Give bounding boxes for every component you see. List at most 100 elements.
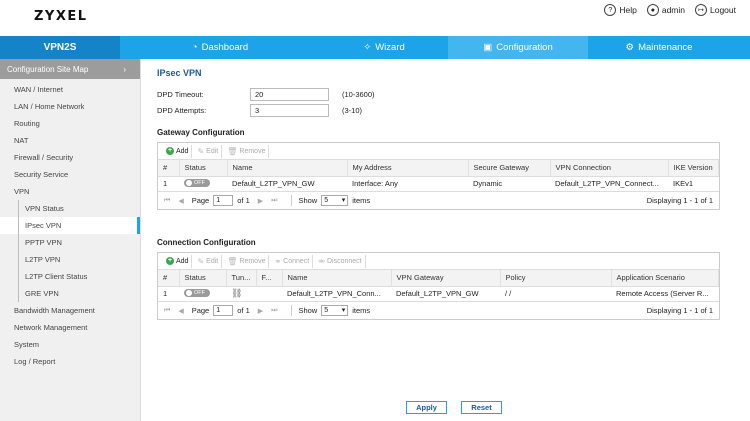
help-link[interactable]: ? Help — [604, 4, 637, 16]
gateway-edit-button[interactable]: ✎ Edit — [194, 144, 223, 158]
gateway-remove-button[interactable]: 🗑 Remove — [224, 144, 270, 158]
tab-wizard[interactable]: ✧ Wizard — [320, 36, 448, 59]
table-row[interactable]: 1 OFF ⛓ Default_L2TP_VPN_Conn... Default… — [158, 286, 719, 301]
gateway-pager: ⏮ ◀ Page 1 of 1 ▶ ⏭ Show 5 items Display… — [158, 191, 719, 209]
logout-link[interactable]: ↦ Logout — [695, 4, 736, 16]
sidebar-item-ipsec-vpn[interactable]: IPsec VPN — [0, 217, 140, 234]
sidebar-item-lan[interactable]: LAN / Home Network — [0, 98, 140, 115]
sidebar-item-pptp-vpn[interactable]: PPTP VPN — [0, 234, 140, 251]
pager-display: Displaying 1 - 1 of 1 — [646, 196, 713, 205]
add-icon: + — [166, 147, 174, 155]
sidebar-item-log-report[interactable]: Log / Report — [0, 353, 140, 370]
sidebar-item-bandwidth[interactable]: Bandwidth Management — [0, 302, 140, 319]
prev-page-icon[interactable]: ◀ — [178, 307, 183, 315]
site-map-header[interactable]: Configuration Site Map › — [0, 59, 140, 79]
col-num[interactable]: # — [158, 160, 180, 177]
connection-edit-button[interactable]: ✎ Edit — [194, 254, 223, 268]
col-application-scenario[interactable]: Application Scenario — [611, 270, 719, 287]
sidebar-item-network-management[interactable]: Network Management — [0, 319, 140, 336]
col-secure-gateway[interactable]: Secure Gateway — [468, 160, 551, 177]
col-my-address[interactable]: My Address — [347, 160, 469, 177]
page-label: Page — [191, 306, 210, 315]
user-icon: ● — [646, 4, 659, 16]
user-link[interactable]: ● admin — [646, 4, 685, 16]
page-of-label: of 1 — [237, 196, 250, 205]
sidebar-item-vpn[interactable]: VPN — [0, 183, 140, 200]
first-page-icon[interactable]: ⏮ — [164, 197, 170, 205]
page-of-label: of 1 — [237, 306, 250, 315]
sidebar-item-security-service[interactable]: Security Service — [0, 166, 140, 183]
top-links: ? Help ● admin ↦ Logout — [604, 4, 736, 16]
last-page-icon[interactable]: ⏭ — [271, 307, 277, 315]
col-vpn-gateway[interactable]: VPN Gateway — [391, 270, 501, 287]
connection-disconnect-button[interactable]: ⚮ Disconnect — [315, 254, 366, 268]
sidebar-item-gre-vpn[interactable]: GRE VPN — [0, 285, 140, 302]
col-tunnel[interactable]: Tun... — [226, 270, 257, 287]
col-ike-version[interactable]: IKE Version — [668, 160, 719, 177]
connection-add-label: Add — [176, 257, 189, 265]
col-name[interactable]: Name — [227, 160, 348, 177]
sidebar-item-firewall[interactable]: Firewall / Security — [0, 149, 140, 166]
col-name[interactable]: Name — [282, 270, 392, 287]
sidebar-item-l2tp-client-status-label: L2TP Client Status — [25, 272, 88, 281]
col-status[interactable]: Status — [179, 160, 228, 177]
gateway-table: # Status Name My Address Secure Gateway … — [158, 160, 719, 191]
col-policy[interactable]: Policy — [500, 270, 612, 287]
sidebar-item-l2tp-client-status[interactable]: L2TP Client Status — [0, 268, 140, 285]
connection-table-header: # Status Tun... F... Name VPN Gateway Po… — [158, 270, 719, 287]
tab-maintenance[interactable]: ⚙ Maintenance — [588, 36, 730, 59]
page-input[interactable]: 1 — [213, 305, 234, 316]
logout-icon: ↦ — [695, 4, 707, 16]
connection-disconnect-label: Disconnect — [326, 257, 362, 265]
sidebar-item-l2tp-vpn[interactable]: L2TP VPN — [0, 251, 140, 268]
sidebar-item-routing[interactable]: Routing — [0, 115, 140, 132]
tab-configuration-label: Configuration — [496, 42, 553, 53]
main-nav: VPN2S ◔ Dashboard ✧ Wizard ▣ Configurati… — [0, 36, 750, 59]
page-size-select[interactable]: 5 — [321, 305, 349, 316]
row-num: 1 — [163, 289, 168, 299]
gateway-add-button[interactable]: + Add — [163, 144, 193, 158]
sidebar-item-l2tp-vpn-label: L2TP VPN — [25, 255, 61, 264]
col-status[interactable]: Status — [179, 270, 227, 287]
page-size-select[interactable]: 5 — [321, 195, 349, 206]
connection-connect-button[interactable]: ⚭ Connect — [271, 254, 314, 268]
next-page-icon[interactable]: ▶ — [258, 197, 263, 205]
sidebar-item-system[interactable]: System — [0, 336, 140, 353]
toggle-knob — [186, 180, 192, 187]
dpd-attempts-input[interactable]: 3 — [250, 104, 329, 117]
tab-dashboard[interactable]: ◔ Dashboard — [120, 36, 320, 59]
connection-add-button[interactable]: + Add — [163, 254, 193, 268]
next-page-icon[interactable]: ▶ — [258, 307, 263, 315]
toggle-label: OFF — [194, 180, 205, 187]
col-num[interactable]: # — [158, 270, 180, 287]
sidebar-item-nat[interactable]: NAT — [0, 132, 140, 149]
page-input[interactable]: 1 — [213, 195, 234, 206]
table-row[interactable]: 1 OFF Default_L2TP_VPN_GW Interface: Any… — [158, 176, 719, 191]
status-toggle[interactable]: OFF — [184, 289, 210, 298]
connect-icon: ⚭ — [274, 256, 282, 266]
reset-button[interactable]: Reset — [461, 401, 502, 414]
tab-dashboard-label: Dashboard — [201, 42, 249, 53]
dpd-timeout-input[interactable]: 20 — [250, 88, 329, 101]
toggle-label: OFF — [194, 290, 205, 297]
apply-button[interactable]: Apply — [406, 401, 447, 414]
last-page-icon[interactable]: ⏭ — [271, 197, 277, 205]
add-icon: + — [166, 257, 174, 265]
sidebar-item-vpn-status[interactable]: VPN Status — [0, 200, 140, 217]
user-label: admin — [661, 5, 685, 15]
sidebar-item-wan[interactable]: WAN / Internet — [0, 81, 140, 98]
tab-configuration[interactable]: ▣ Configuration — [448, 36, 588, 59]
status-toggle[interactable]: OFF — [184, 179, 210, 188]
connection-remove-button[interactable]: 🗑 Remove — [224, 254, 270, 268]
trash-icon: 🗑 — [227, 146, 238, 156]
connection-connect-label: Connect — [283, 257, 310, 265]
pager-display: Displaying 1 - 1 of 1 — [646, 306, 713, 315]
prev-page-icon[interactable]: ◀ — [178, 197, 183, 205]
col-f[interactable]: F... — [256, 270, 283, 287]
row-policy: / / — [505, 289, 512, 299]
dashboard-icon: ◔ — [191, 42, 198, 53]
first-page-icon[interactable]: ⏮ — [164, 307, 170, 315]
col-vpn-connection[interactable]: VPN Connection — [550, 160, 669, 177]
connection-edit-label: Edit — [206, 257, 219, 265]
sidebar-item-vpn-status-label: VPN Status — [25, 204, 64, 213]
